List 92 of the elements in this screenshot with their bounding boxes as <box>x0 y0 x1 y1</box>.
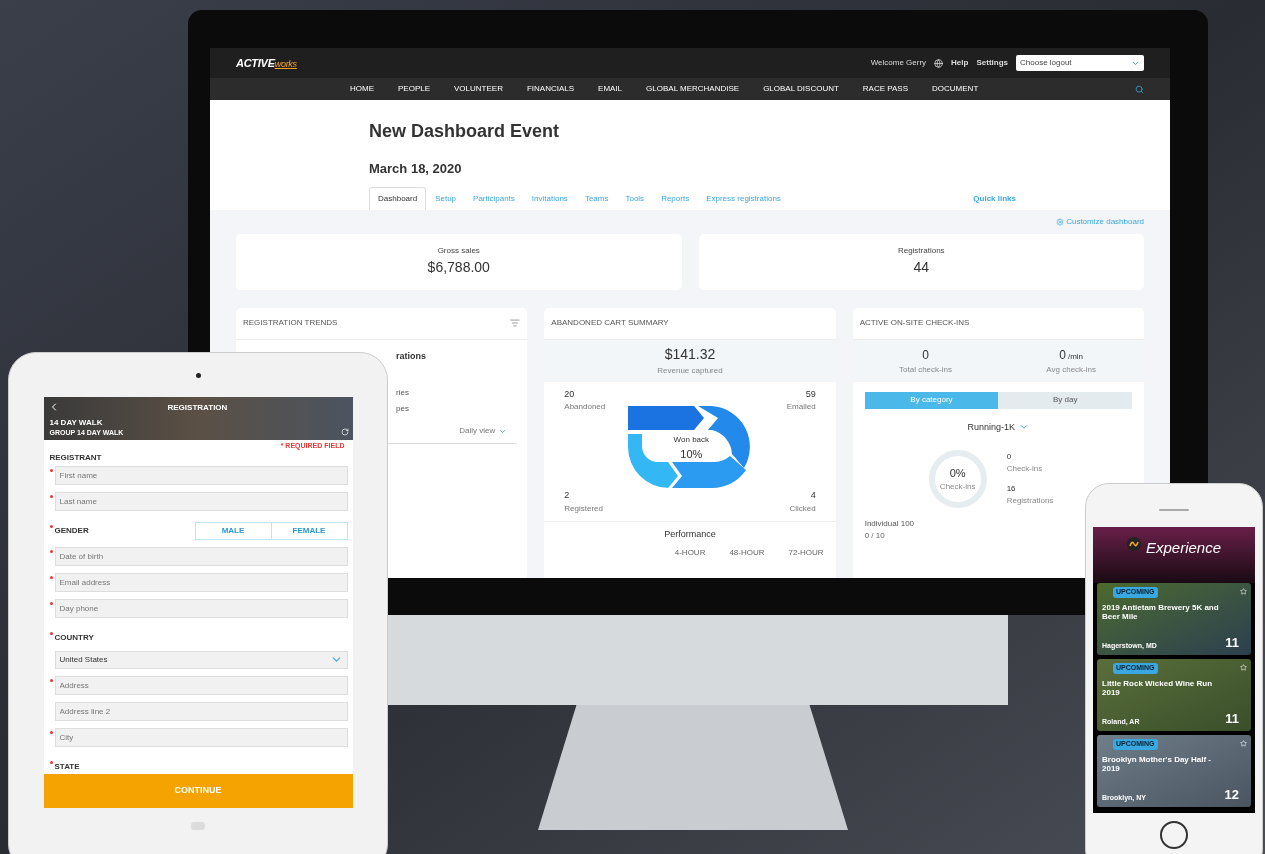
card-title: REGISTRATION TRENDS <box>243 317 338 329</box>
nav-link[interactable]: GLOBAL MERCHANDISE <box>646 83 740 95</box>
text-field[interactable]: First name <box>54 465 348 485</box>
text-field[interactable]: Address <box>54 675 348 695</box>
checkin-stat-label: Avg check-ins <box>1046 363 1096 376</box>
nav-link[interactable]: EMAIL <box>598 83 623 95</box>
stat-value: 44 <box>913 258 930 277</box>
field-label: GENDER <box>54 524 89 537</box>
text-field[interactable]: City <box>54 727 348 747</box>
category-dropdown[interactable]: Running-1K <box>967 420 1030 434</box>
tab[interactable]: Dashboard <box>369 186 427 210</box>
welcome-text: Welcome Gerry <box>870 57 927 69</box>
text-field[interactable]: Last name <box>54 491 348 511</box>
nav-link[interactable]: GLOBAL DISCOUNT <box>763 83 839 95</box>
daily-view-dropdown[interactable]: Daily view <box>459 425 508 437</box>
won-back-label: Won back <box>673 433 710 446</box>
revenue-label: Revenue captured <box>657 365 723 377</box>
app-title: Experience <box>1145 538 1221 558</box>
event-title: Brooklyn Mother's Day Half - 2019 <box>1102 755 1213 773</box>
search-icon[interactable] <box>1135 84 1144 94</box>
help-link[interactable]: Help <box>951 57 969 69</box>
settings-link[interactable]: Settings <box>976 57 1008 69</box>
side-stat-value: 0 <box>1006 451 1013 463</box>
metric-label: Registered <box>564 502 603 515</box>
revenue-value: $141.32 <box>664 345 716 364</box>
card-title: ABANDONED CART SUMMARY <box>551 317 669 329</box>
field-label: COUNTRY <box>54 631 94 644</box>
logout-select[interactable]: Choose logout <box>1016 55 1144 71</box>
progress-ring <box>926 448 989 510</box>
legend-title: rations <box>396 349 427 363</box>
legend-text: ries <box>396 387 410 399</box>
column-header: 48-HOUR <box>729 547 765 559</box>
home-button[interactable] <box>1160 821 1188 849</box>
nav-link[interactable]: FINANCIALS <box>526 83 575 95</box>
stat-value: $6,788.00 <box>427 258 490 277</box>
column-header: 4-HOUR <box>674 547 706 559</box>
gear-icon <box>1056 217 1065 226</box>
column-header: 72-HOUR <box>788 547 824 559</box>
text-field[interactable]: Day phone <box>54 598 348 618</box>
nav-link[interactable]: PEOPLE <box>398 83 430 95</box>
event-title: 2019 Antietam Brewery 5K and Beer Mile <box>1102 603 1220 621</box>
nav-link[interactable]: DOCUMENT <box>932 83 979 95</box>
refresh-icon[interactable] <box>340 428 349 436</box>
ring-value: 0% <box>949 465 966 481</box>
star-icon[interactable] <box>1240 588 1247 595</box>
country-select[interactable]: United States <box>54 650 348 669</box>
nav-link[interactable]: HOME <box>350 83 374 95</box>
globe-icon[interactable] <box>934 58 944 68</box>
section-title: REGISTRANT <box>49 451 103 464</box>
metric-value: 4 <box>810 489 816 502</box>
metric-value: 59 <box>805 387 816 401</box>
ring-label: Check-ins <box>939 481 976 494</box>
event-name: 14 DAY WALK <box>49 417 103 429</box>
text-field[interactable]: Email address <box>54 572 348 592</box>
side-stat-value: 16 <box>1006 483 1017 495</box>
nav-link[interactable]: RACE PASS <box>862 83 909 95</box>
event-day: 11 <box>1225 632 1239 652</box>
camera-icon <box>195 373 201 378</box>
side-stat-label: Registrations <box>1006 495 1054 507</box>
screen-title: REGISTRATION <box>167 402 228 414</box>
metric-label: Clicked <box>789 502 816 515</box>
logo[interactable]: ACTIVEworks <box>236 54 297 72</box>
won-back-value: 10% <box>680 446 703 462</box>
event-title: Little Rock Wicked Wine Run 2019 <box>1102 679 1214 697</box>
event-date: March 18, 2020 <box>369 160 463 178</box>
metric-value: 2 <box>564 489 571 502</box>
stat-label: Gross sales <box>437 245 480 257</box>
nav-link[interactable]: VOLUNTEER <box>454 83 503 95</box>
event-title: New Dashboard Event <box>369 120 561 143</box>
individual-value: 0 / 10 <box>864 530 886 542</box>
checkin-stat-value: 0 <box>1059 346 1066 364</box>
metric-label: Abandoned <box>564 401 606 413</box>
wave-logo-icon <box>1126 537 1141 551</box>
metric-value: 20 <box>564 387 576 401</box>
individual-label: Individual 100 <box>864 518 916 530</box>
star-icon[interactable] <box>1240 740 1247 747</box>
text-field[interactable]: Date of birth <box>54 546 348 566</box>
text-field[interactable]: Address line 2 <box>54 701 348 721</box>
checkin-stat-label: Total check-ins <box>899 363 952 376</box>
side-stat-label: Check-ins <box>1006 463 1044 475</box>
checkin-stat-value: 0 <box>922 346 929 364</box>
unit-text: /min <box>1067 350 1084 363</box>
star-icon[interactable] <box>1240 664 1247 671</box>
toggle-option[interactable]: By day <box>998 391 1132 409</box>
field-label: STATE <box>54 760 80 773</box>
card-title: ACTIVE ON-SITE CHECK-INS <box>859 317 970 329</box>
legend-text: pes <box>396 403 410 415</box>
event-day: 11 <box>1225 708 1239 728</box>
stat-label: Registrations <box>897 245 945 257</box>
metric-label: Emailed <box>786 401 816 413</box>
performance-title: Performance <box>664 527 716 541</box>
event-day: 12 <box>1224 784 1239 804</box>
